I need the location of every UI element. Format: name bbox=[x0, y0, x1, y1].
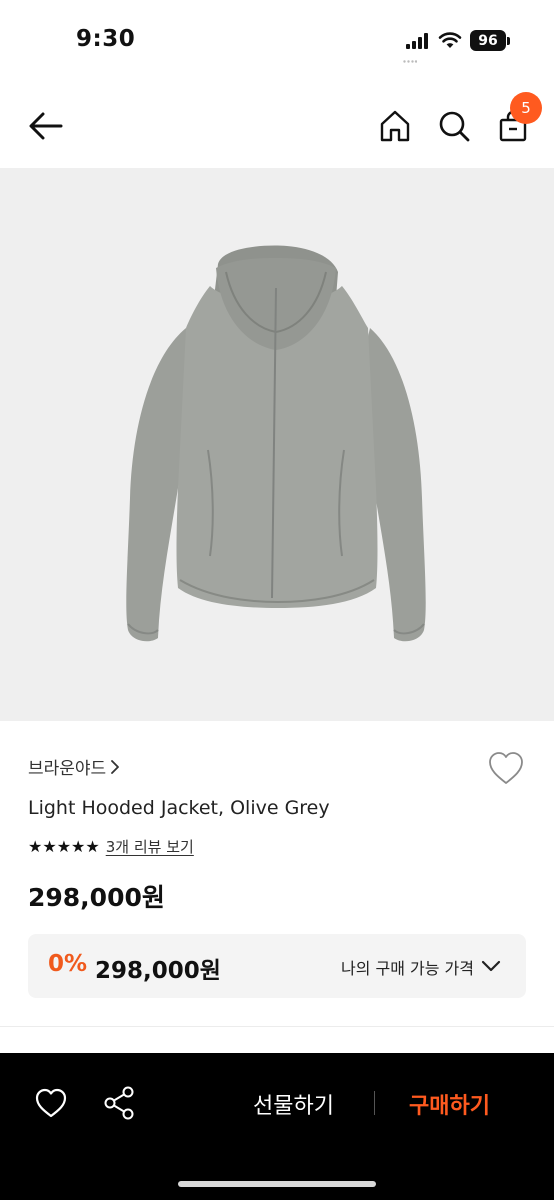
product-name: Light Hooded Jacket, Olive Grey bbox=[28, 797, 330, 819]
jacket-illustration bbox=[126, 245, 426, 642]
battery-indicator: 96 bbox=[470, 30, 506, 51]
heart-icon[interactable] bbox=[34, 1087, 68, 1119]
rating-row: ★★★★★ 3개 리뷰 보기 bbox=[28, 836, 194, 857]
my-price-dropdown[interactable]: 0% 298,000원 나의 구매 가능 가격 bbox=[28, 934, 526, 998]
buy-button[interactable]: 구매하기 bbox=[409, 1088, 490, 1120]
brand-link[interactable]: 브라운야드 bbox=[28, 754, 120, 779]
status-time: 9:30 bbox=[76, 26, 136, 52]
home-icon[interactable] bbox=[378, 109, 412, 143]
page-dots-icon bbox=[403, 60, 417, 63]
wifi-icon bbox=[438, 32, 462, 48]
battery-tip bbox=[507, 36, 510, 45]
home-indicator bbox=[178, 1181, 376, 1187]
discount-rate: 0% bbox=[48, 951, 88, 977]
heart-icon[interactable] bbox=[487, 750, 525, 786]
gift-button[interactable]: 선물하기 bbox=[253, 1088, 334, 1120]
cellular-signal-icon bbox=[406, 32, 428, 49]
product-price: 298,000원 bbox=[28, 883, 165, 912]
search-icon[interactable] bbox=[437, 109, 471, 143]
my-price-value: 298,000원 bbox=[95, 958, 221, 984]
share-icon[interactable] bbox=[102, 1085, 136, 1121]
cart-count-badge: 5 bbox=[510, 92, 542, 124]
section-divider bbox=[0, 1026, 554, 1027]
brand-name: 브라운야드 bbox=[28, 759, 107, 779]
chevron-right-icon bbox=[111, 759, 120, 774]
chevron-down-icon bbox=[481, 960, 501, 972]
review-link[interactable]: 3개 리뷰 보기 bbox=[106, 836, 194, 857]
my-price-label: 나의 구매 가능 가격 bbox=[340, 959, 474, 978]
button-separator bbox=[374, 1091, 375, 1115]
back-arrow-icon[interactable] bbox=[28, 110, 64, 142]
product-image[interactable] bbox=[0, 168, 554, 721]
rating-stars: ★★★★★ bbox=[28, 837, 100, 856]
status-icons: 96 bbox=[406, 30, 510, 51]
bottom-action-bar: 선물하기 구매하기 bbox=[0, 1053, 554, 1200]
